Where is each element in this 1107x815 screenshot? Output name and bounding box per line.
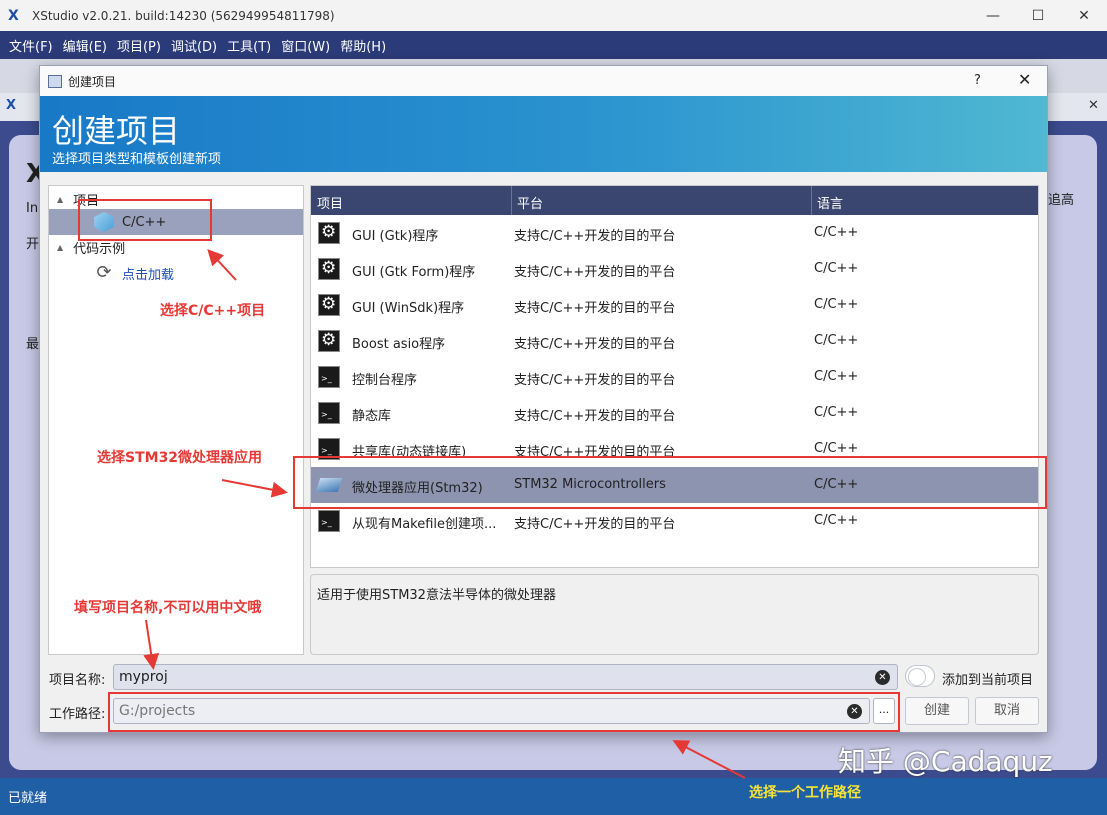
annotation-arrow [221, 479, 288, 498]
annotation-arrows [143, 249, 746, 779]
annotation-arrow [672, 740, 746, 779]
watermark: 知乎 @Cadaquz [838, 745, 1053, 778]
annotation-arrow [143, 619, 160, 670]
annotation-arrow [207, 249, 237, 281]
